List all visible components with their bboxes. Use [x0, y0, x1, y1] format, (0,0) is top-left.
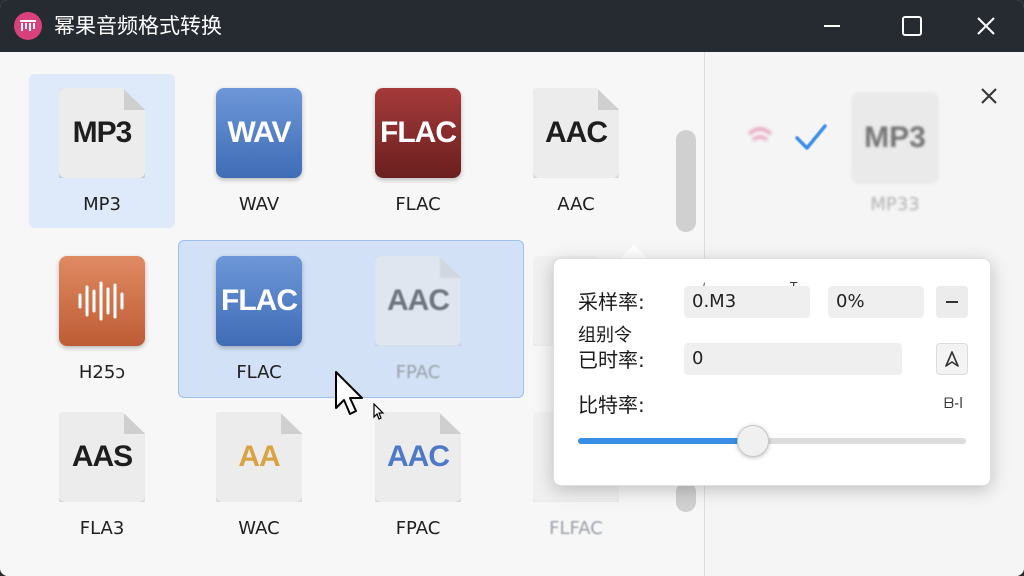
channel-input[interactable]: 0 [684, 343, 902, 375]
slider-fill [578, 438, 753, 444]
maximize-button[interactable] [888, 8, 936, 44]
tile-label: FPAC [395, 518, 441, 539]
close-icon [981, 88, 997, 104]
tile-label: AAC [557, 194, 595, 215]
format-tile-fla3[interactable]: AAS FLA3 [29, 398, 175, 552]
small-cursor-icon [373, 403, 385, 420]
preview-file-icon: MP3 [851, 92, 939, 184]
app-logo-icon [14, 12, 42, 40]
aas-file-icon: AAS [59, 412, 145, 502]
bitrate-slider[interactable] [578, 438, 966, 444]
aac-file-icon: AAC [375, 412, 461, 502]
sample-rate-input[interactable]: 0.M3 [684, 286, 810, 318]
flac-file-icon: FLAC [216, 256, 302, 346]
bitrate-icon-button[interactable]: ᗷ-l [944, 396, 963, 412]
flac-file-icon: FLAC [375, 88, 461, 178]
format-tile-mp3[interactable]: MP3 MP3 [29, 74, 175, 228]
waveform-file-icon [59, 256, 145, 346]
tile-label: MP3 [83, 194, 121, 215]
minimize-icon [824, 25, 840, 27]
aac-file-icon: AAC [533, 88, 619, 178]
format-tile-wav[interactable]: WAV WAV [186, 74, 332, 228]
popover-arrow [620, 244, 648, 259]
format-tile-wac[interactable]: AA WAC [186, 398, 332, 552]
tile-label: FLA3 [79, 518, 125, 539]
tile-label: FLFAC [549, 518, 603, 539]
slider-thumb[interactable] [736, 425, 769, 457]
bitrate-label: 比特率: [578, 393, 645, 417]
scrollbar-thumb-lower[interactable] [676, 482, 696, 512]
aac-file-icon: AAC [375, 256, 461, 346]
format-tile-flac-2[interactable]: FLAC FLAC [186, 242, 332, 396]
navigation-arrow-icon [945, 351, 959, 367]
mouse-cursor-icon [335, 371, 363, 415]
decrease-button[interactable] [936, 286, 968, 318]
window-title: 幂果音频格式转换 [54, 14, 222, 38]
preview-label: MP33 [870, 194, 920, 215]
tile-label: WAC [238, 518, 280, 539]
tile-label: WAV [238, 194, 280, 215]
close-icon [977, 17, 995, 35]
scrollbar-thumb[interactable] [676, 130, 696, 232]
app-window: 幂果音频格式转换 MP3 MP3 WAV WAV FLAC FLAC AAC A… [0, 0, 1024, 576]
sample-rate-label: 采样率: [578, 290, 645, 314]
channel-label: 已时率: [578, 348, 645, 372]
tile-label: FLAC [236, 362, 282, 383]
sample-rate-percent-input[interactable]: 0% [828, 286, 924, 318]
tile-label: H25ɔ [78, 362, 126, 383]
close-button[interactable] [962, 8, 1010, 44]
brand-mark-icon [747, 127, 773, 142]
navigate-button[interactable] [936, 343, 968, 375]
channel-label-top: 组别令 [578, 325, 632, 346]
format-tile-aac[interactable]: AAC AAC [503, 74, 649, 228]
checkmark-icon [795, 124, 827, 150]
minimize-button[interactable] [808, 8, 856, 44]
side-close-button[interactable] [977, 84, 1001, 108]
mp3-file-icon: MP3 [59, 88, 145, 178]
title-bar: 幂果音频格式转换 [0, 0, 1024, 52]
aa-file-icon: AA [216, 412, 302, 502]
maximize-icon [902, 16, 922, 36]
format-tile-flac[interactable]: FLAC FLAC [345, 74, 491, 228]
wav-file-icon: WAV [216, 88, 302, 178]
tile-label: FLAC [395, 194, 441, 215]
minus-icon [946, 301, 958, 303]
format-tile-h265[interactable]: H25ɔ [29, 242, 175, 396]
